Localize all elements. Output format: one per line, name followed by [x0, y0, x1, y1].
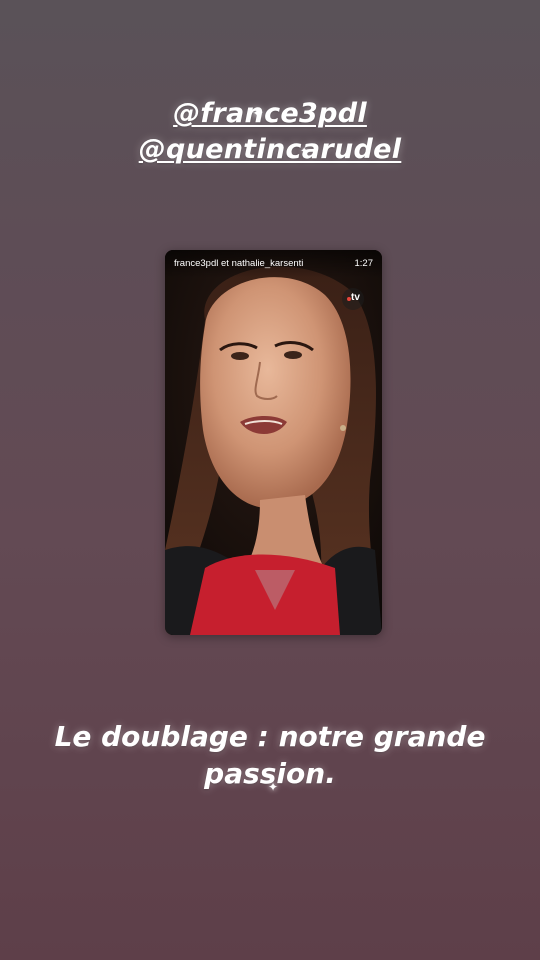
post-header: france3pdl et nathalie_karsenti 1:27	[165, 250, 382, 278]
sparkle-icon: ✦	[252, 106, 264, 122]
logo-text: tv	[351, 292, 360, 303]
mention-france3pdl[interactable]: @france3pdl	[0, 96, 540, 132]
mention-quentincarudel[interactable]: @quentincarudel	[0, 132, 540, 168]
france-tv-logo-icon: tv	[342, 288, 364, 310]
video-duration: 1:27	[354, 258, 374, 269]
mention-block: @france3pdl @quentincarudel	[0, 96, 540, 168]
post-account-name[interactable]: france3pdl et nathalie_karsenti	[174, 258, 303, 270]
caption-line-1: Le doublage : notre grande	[54, 720, 486, 753]
sparkle-icon: ✦	[268, 780, 279, 794]
sparkle-icon: ✦	[300, 146, 309, 157]
shared-post-card[interactable]: france3pdl et nathalie_karsenti 1:27 tv	[165, 250, 382, 635]
